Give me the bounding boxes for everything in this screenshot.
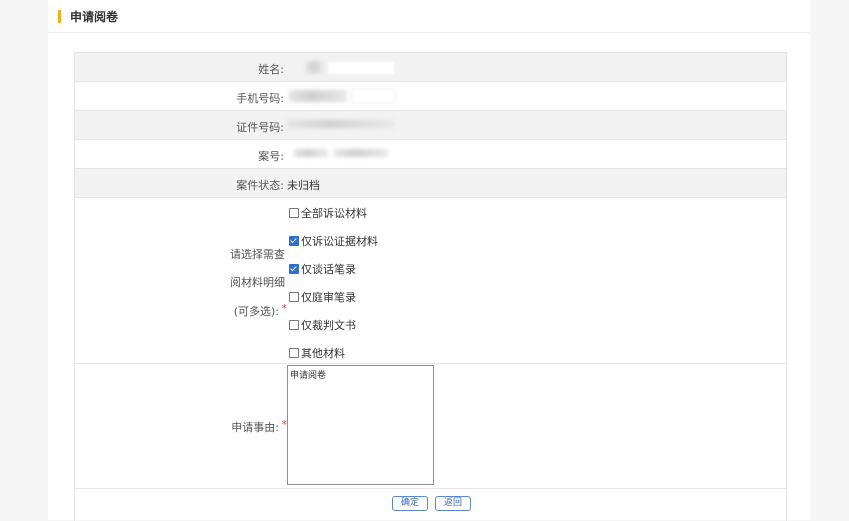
materials-required-mark: * — [281, 302, 288, 315]
apply-panel: 申请阅卷 姓名: 手机号码: 证件号码: 案号: 案件状态: 未归档 请选择需查… — [48, 0, 810, 521]
row-reason: 申请事由: * 申请阅卷 — [75, 364, 786, 489]
id-number-value-redacted — [287, 120, 395, 128]
apply-form: 姓名: 手机号码: 证件号码: 案号: 案件状态: 未归档 请选择需查 阅材料明… — [74, 52, 787, 521]
reason-label: 申请事由: — [231, 421, 279, 434]
reason-textarea[interactable]: 申请阅卷 — [287, 365, 434, 485]
checkbox-evidence-materials[interactable] — [289, 236, 299, 246]
case-number-label: 案号: — [258, 150, 284, 163]
option-trial-records[interactable]: 仅庭审笔录 — [289, 289, 356, 305]
row-name: 姓名: — [75, 53, 786, 82]
option-judgment-documents-label: 仅裁判文书 — [301, 319, 356, 332]
row-id-number: 证件号码: — [75, 111, 786, 140]
checkbox-interview-records[interactable] — [289, 264, 299, 274]
row-phone: 手机号码: — [75, 82, 786, 111]
materials-label-line3: (可多选): — [233, 305, 279, 318]
checkbox-other-materials[interactable] — [289, 348, 299, 358]
panel-header: 申请阅卷 — [48, 0, 810, 33]
materials-label-line2: 阅材料明细 — [230, 276, 285, 289]
case-number-value-redacted — [294, 149, 328, 157]
option-other-materials-label: 其他材料 — [301, 347, 345, 360]
row-case-status: 案件状态: 未归档 — [75, 169, 786, 198]
checkbox-judgment-documents[interactable] — [289, 320, 299, 330]
row-actions: 确定 返回 — [75, 489, 786, 521]
page-title: 申请阅卷 — [70, 10, 119, 24]
case-status-label: 案件状态: — [236, 179, 284, 192]
option-evidence-materials-label: 仅诉讼证据材料 — [301, 235, 378, 248]
option-trial-records-label: 仅庭审笔录 — [301, 291, 356, 304]
option-evidence-materials[interactable]: 仅诉讼证据材料 — [289, 233, 378, 249]
name-value-redacted-2 — [327, 61, 395, 75]
phone-label: 手机号码: — [236, 92, 284, 105]
case-status-value: 未归档 — [287, 179, 320, 192]
checkbox-all-materials[interactable] — [289, 208, 299, 218]
id-number-label: 证件号码: — [236, 121, 284, 134]
header-accent-bar — [58, 10, 61, 23]
option-all-materials-label: 全部诉讼材料 — [301, 207, 367, 220]
phone-value-redacted-2 — [351, 89, 395, 103]
name-label: 姓名: — [258, 63, 284, 76]
row-materials: 请选择需查 阅材料明细 (可多选): * 全部诉讼材料 仅诉讼证据材料 仅谈话笔… — [75, 198, 786, 364]
option-all-materials[interactable]: 全部诉讼材料 — [289, 205, 367, 221]
option-interview-records[interactable]: 仅谈话笔录 — [289, 261, 356, 277]
case-number-value-redacted-2 — [334, 149, 388, 157]
row-case-number: 案号: — [75, 140, 786, 169]
checkbox-trial-records[interactable] — [289, 292, 299, 302]
back-button[interactable]: 返回 — [435, 496, 472, 511]
confirm-button[interactable]: 确定 — [392, 496, 429, 511]
materials-label-line1: 请选择需查 — [230, 248, 285, 261]
option-interview-records-label: 仅谈话笔录 — [301, 263, 356, 276]
name-value-redacted — [306, 61, 324, 73]
phone-value-redacted — [289, 90, 347, 102]
option-other-materials[interactable]: 其他材料 — [289, 345, 345, 361]
option-judgment-documents[interactable]: 仅裁判文书 — [289, 317, 356, 333]
